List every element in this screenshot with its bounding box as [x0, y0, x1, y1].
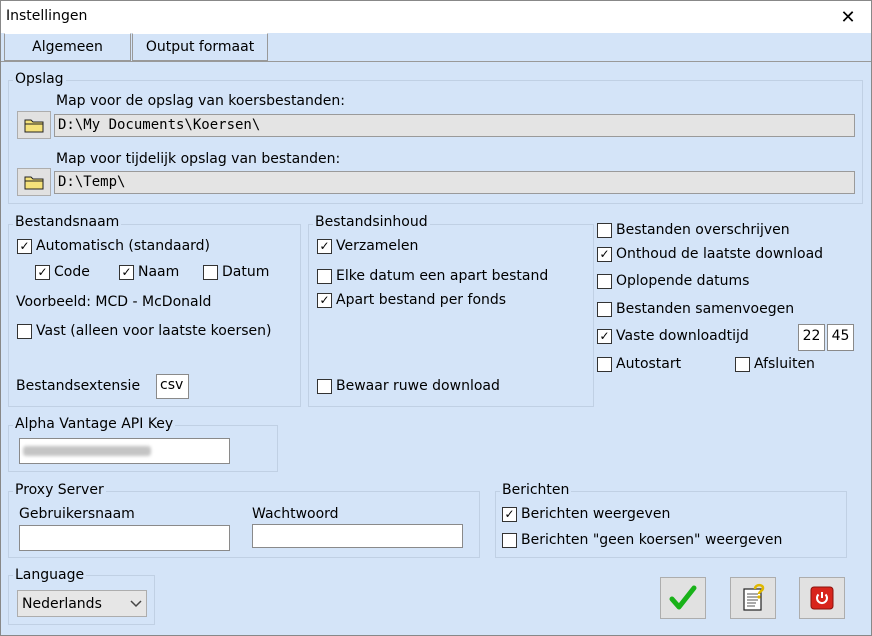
proxy-label: Proxy Server: [13, 482, 106, 498]
checkbox-box: [203, 264, 218, 280]
apart-fonds-checkbox[interactable]: ✓ Apart bestand per fonds: [317, 292, 506, 308]
api-key-masked: [23, 446, 151, 456]
afsluiten-label: Afsluiten: [754, 356, 815, 372]
language-select[interactable]: Nederlands: [17, 590, 147, 617]
folder-icon: [24, 176, 44, 190]
naam-label: Naam: [138, 264, 180, 280]
checkbox-box: ✓: [35, 264, 50, 280]
checkmark-icon: [669, 585, 697, 610]
checkbox-box: ✓: [502, 506, 517, 522]
samenvoegen-checkbox[interactable]: Bestanden samenvoegen: [597, 301, 794, 317]
tab-output-formaat-label: Output formaat: [145, 39, 255, 55]
language-value: Nederlands: [22, 595, 102, 612]
extensie-input[interactable]: csv: [156, 374, 189, 399]
onthoud-checkbox[interactable]: ✓ Onthoud de laatste download: [597, 246, 823, 262]
checkbox-box: ✓: [597, 246, 612, 262]
checkbox-box: ✓: [119, 264, 134, 280]
close-icon[interactable]: ✕: [825, 1, 871, 33]
overschrijven-checkbox[interactable]: Bestanden overschrijven: [597, 222, 790, 238]
bewaar-label: Bewaar ruwe download: [336, 378, 500, 394]
ok-button[interactable]: [660, 577, 706, 619]
checkbox-box: [502, 532, 517, 548]
checkbox-box: [735, 356, 750, 372]
tab-algemeen[interactable]: Algemeen: [4, 33, 131, 61]
autostart-checkbox[interactable]: Autostart: [597, 356, 681, 372]
api-key-label: Alpha Vantage API Key: [13, 416, 176, 432]
exit-button[interactable]: [799, 577, 845, 619]
bewaar-checkbox[interactable]: Bewaar ruwe download: [317, 378, 500, 394]
wachtwoord-label: Wachtwoord: [252, 506, 339, 522]
bestandsnaam-label: Bestandsnaam: [13, 214, 122, 230]
koers-folder-button[interactable]: [17, 111, 51, 139]
settings-dialog: Algemeen Output formaat Opslag Map voor …: [0, 33, 872, 636]
checkbox-box: ✓: [317, 238, 332, 254]
uur-input[interactable]: 22: [798, 324, 825, 351]
api-key-input[interactable]: [19, 438, 230, 464]
window-title: Instellingen: [6, 8, 88, 24]
elke-datum-label: Elke datum een apart bestand: [336, 268, 549, 284]
tab-divider: [1, 61, 871, 62]
gebruikersnaam-label: Gebruikersnaam: [19, 506, 135, 522]
language-label: Language: [13, 567, 87, 583]
oplopend-label: Oplopende datums: [616, 273, 750, 289]
checkbox-box: [597, 222, 612, 238]
folder-icon: [24, 119, 44, 133]
title-bar: Instellingen ✕: [0, 0, 872, 33]
temp-folder-label: Map voor tijdelijk opslag van bestanden:: [56, 151, 341, 167]
elke-datum-checkbox[interactable]: Elke datum een apart bestand: [317, 268, 548, 284]
opslag-label: Opslag: [13, 71, 66, 87]
tab-algemeen-label: Algemeen: [32, 39, 103, 55]
koers-folder-path[interactable]: D:\My Documents\Koersen\: [54, 114, 855, 137]
overschrijven-label: Bestanden overschrijven: [616, 222, 790, 238]
datum-label: Datum: [222, 264, 270, 280]
checkbox-box: [317, 268, 332, 284]
voorbeeld-text: Voorbeeld: MCD - McDonald: [16, 294, 212, 310]
temp-folder-button[interactable]: [17, 168, 51, 196]
koers-folder-label: Map voor de opslag van koersbestanden:: [56, 93, 345, 109]
wachtwoord-input[interactable]: [252, 524, 463, 548]
checkbox-box: ✓: [17, 238, 32, 254]
code-label: Code: [54, 264, 90, 280]
onthoud-label: Onthoud de laatste download: [616, 246, 824, 262]
berichten-label: Berichten: [500, 482, 572, 498]
checkbox-box: [597, 301, 612, 317]
gebruikersnaam-input[interactable]: [19, 525, 230, 551]
code-checkbox[interactable]: ✓ Code: [35, 264, 90, 280]
checkbox-box: ✓: [317, 292, 332, 308]
oplopend-checkbox[interactable]: Oplopende datums: [597, 273, 749, 289]
temp-folder-path[interactable]: D:\Temp\: [54, 171, 855, 194]
checkbox-box: [17, 323, 32, 339]
geen-koersen-label: Berichten "geen koersen" weergeven: [521, 532, 783, 548]
apart-fonds-label: Apart bestand per fonds: [336, 292, 507, 308]
extensie-label: Bestandsextensie: [16, 378, 141, 394]
naam-checkbox[interactable]: ✓ Naam: [119, 264, 179, 280]
vaste-tijd-checkbox[interactable]: ✓ Vaste downloadtijd: [597, 328, 749, 344]
autostart-label: Autostart: [616, 356, 682, 372]
vast-label: Vast (alleen voor laatste koersen): [36, 323, 272, 339]
bestandsinhoud-label: Bestandsinhoud: [313, 214, 430, 230]
chevron-down-icon: [130, 599, 142, 607]
power-icon: [810, 586, 834, 610]
minuut-input[interactable]: 45: [827, 324, 854, 351]
checkbox-box: [597, 273, 612, 289]
checkbox-box: ✓: [597, 328, 612, 344]
berichten-weergeven-label: Berichten weergeven: [521, 506, 671, 522]
automatisch-checkbox[interactable]: ✓ Automatisch (standaard): [17, 238, 210, 254]
automatisch-label: Automatisch (standaard): [36, 238, 211, 254]
berichten-weergeven-checkbox[interactable]: ✓ Berichten weergeven: [502, 506, 670, 522]
tab-output-formaat[interactable]: Output formaat: [132, 33, 268, 61]
help-button[interactable]: [730, 577, 776, 619]
vaste-tijd-label: Vaste downloadtijd: [616, 328, 749, 344]
help-document-icon: [743, 583, 765, 611]
datum-checkbox[interactable]: Datum: [203, 264, 269, 280]
verzamelen-label: Verzamelen: [336, 238, 419, 254]
checkbox-box: [317, 378, 332, 394]
afsluiten-checkbox[interactable]: Afsluiten: [735, 356, 815, 372]
samenvoegen-label: Bestanden samenvoegen: [616, 301, 795, 317]
vast-checkbox[interactable]: Vast (alleen voor laatste koersen): [17, 323, 271, 339]
checkbox-box: [597, 356, 612, 372]
geen-koersen-checkbox[interactable]: Berichten "geen koersen" weergeven: [502, 532, 782, 548]
verzamelen-checkbox[interactable]: ✓ Verzamelen: [317, 238, 418, 254]
